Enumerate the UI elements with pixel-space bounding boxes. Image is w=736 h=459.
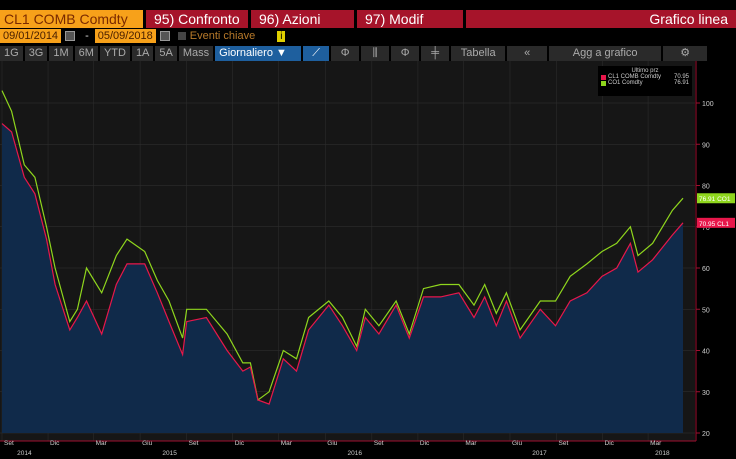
x-tick-label: Mar [465, 440, 477, 447]
ticker-field[interactable]: CL1 COMB Comdty [0, 10, 143, 28]
price-chart: 203040506070809010076.91 CO170.95 CL1Set… [0, 61, 735, 457]
legend-swatch [601, 80, 606, 86]
period-1a[interactable]: 1A [131, 45, 154, 61]
x-tick-label: Set [559, 440, 569, 447]
x-year-label: 2015 [162, 450, 177, 457]
y-tick-label: 100 [702, 101, 714, 108]
actions-menu[interactable]: 96) Azioni [251, 10, 354, 28]
period-ytd[interactable]: YTD [99, 45, 130, 61]
line-chart-icon[interactable]: ⟋ [303, 45, 330, 61]
y-tick-label: 90 [702, 142, 710, 149]
events-checkbox[interactable] [177, 32, 186, 40]
start-date-input[interactable]: 09/01/2014 [0, 29, 62, 43]
chart-legend: Ultimo prz CL1 COMB Comdty 70.95 CO1 Comd… [598, 66, 692, 96]
x-year-label: 2014 [17, 450, 32, 457]
candlestick-icon[interactable]: Φ [391, 45, 420, 61]
calendar-icon[interactable] [159, 31, 170, 41]
y-tick-label: 60 [702, 266, 710, 273]
add-to-chart-button[interactable]: Agg a grafico [549, 45, 662, 61]
legend-value: 76.91 [673, 80, 689, 86]
y-tick-label: 50 [702, 307, 710, 314]
header-bar: CL1 COMB Comdty 95) Confronto 96) Azioni… [0, 10, 736, 28]
x-year-label: 2017 [532, 450, 547, 457]
legend-item-co1[interactable]: CO1 Comdty 76.91 [601, 80, 689, 86]
y-tick-label: 20 [702, 431, 710, 438]
x-tick-label: Mar [650, 440, 662, 447]
period-max[interactable]: Mass [178, 45, 214, 61]
x-tick-label: Giu [142, 440, 153, 447]
x-tick-label: Set [189, 440, 199, 447]
compare-button[interactable]: 95) Confronto [146, 10, 248, 28]
events-label: Eventi chiave [189, 30, 256, 42]
volume-bars-icon[interactable]: ⫼ [361, 45, 390, 61]
y-tick-label: 40 [702, 349, 710, 356]
chart-type-label: Grafico linea [466, 10, 736, 28]
bar-chart-icon[interactable]: ╪ [421, 45, 450, 61]
period-3g[interactable]: 3G [24, 45, 48, 61]
x-tick-label: Giu [512, 440, 522, 447]
x-tick-label: Dic [50, 440, 60, 447]
x-tick-label: Mar [96, 440, 108, 447]
x-tick-label: Dic [235, 440, 245, 447]
modify-menu[interactable]: 97) Modif [357, 10, 463, 28]
x-tick-label: Mar [281, 440, 293, 447]
period-1m[interactable]: 1M [49, 45, 73, 61]
frequency-select[interactable]: Giornaliero ▼ [215, 45, 302, 61]
y-tick-label: 80 [702, 184, 710, 191]
last-price-label: 76.91 CO1 [699, 196, 731, 203]
x-year-label: 2016 [348, 450, 363, 457]
table-button[interactable]: Tabella [451, 45, 506, 61]
last-price-label: 70.95 CL1 [699, 221, 729, 228]
calendar-icon[interactable] [65, 31, 76, 41]
date-separator: - [85, 30, 89, 42]
period-6m[interactable]: 6M [74, 45, 98, 61]
info-icon[interactable]: i [277, 30, 286, 42]
ohlc-icon[interactable]: Φ [331, 45, 360, 61]
x-tick-label: Dic [605, 440, 615, 447]
x-tick-label: Dic [420, 440, 430, 447]
period-5a[interactable]: 5A [155, 45, 177, 61]
collapse-button[interactable]: « [507, 45, 548, 61]
end-date-input[interactable]: 05/09/2018 [94, 29, 156, 43]
x-tick-label: Set [374, 440, 384, 447]
settings-icon[interactable]: ⚙ [663, 45, 708, 61]
y-tick-label: 30 [702, 390, 710, 397]
x-tick-label: Giu [327, 440, 338, 447]
legend-swatch [601, 74, 606, 80]
legend-label: CO1 Comdty [608, 80, 643, 86]
x-year-label: 2018 [655, 450, 670, 457]
period-1g[interactable]: 1G [0, 45, 23, 61]
x-tick-label: Set [4, 440, 14, 447]
